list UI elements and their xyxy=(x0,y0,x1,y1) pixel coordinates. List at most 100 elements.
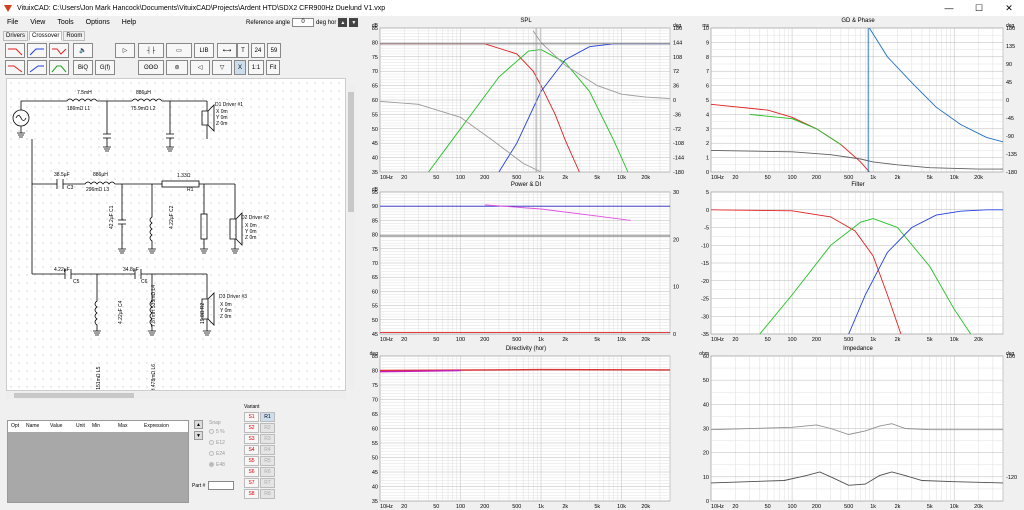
wire-icon[interactable]: ⟷ xyxy=(217,43,237,58)
y-tick-label: 9 xyxy=(706,40,709,46)
highpass-2-icon[interactable] xyxy=(27,60,47,75)
grid-24-button[interactable]: 24 xyxy=(251,43,265,58)
variant-s3-button[interactable]: S3 xyxy=(244,434,259,444)
component-label: Z 0m xyxy=(245,235,257,241)
x-tick-label: 200 xyxy=(480,337,489,343)
variant-r6-button[interactable]: R6 xyxy=(260,467,275,477)
y2-tick-label: 36 xyxy=(673,84,679,90)
library-button[interactable]: LIB xyxy=(194,43,214,58)
driver-icon[interactable]: ◁ xyxy=(190,60,210,75)
minimize-button[interactable]: — xyxy=(934,0,964,16)
x-tick-label: 2k xyxy=(562,504,568,510)
variant-r1-button[interactable]: R1 xyxy=(260,412,275,422)
transformer-icon[interactable]: ⊜ xyxy=(166,60,188,75)
y-tick-label: 7 xyxy=(706,69,709,75)
maximize-button[interactable]: ☐ xyxy=(964,0,994,16)
variant-s5-button[interactable]: S5 xyxy=(244,456,259,466)
optimizer-table[interactable]: Opt Name Value Unit Min Max Expression xyxy=(7,420,189,503)
lowpass-red-icon[interactable] xyxy=(5,43,25,58)
component-label: R1 xyxy=(187,187,194,193)
component-label: 886µH xyxy=(93,172,108,178)
bandpass-icon[interactable] xyxy=(49,43,69,58)
grid-59-button[interactable]: 59 xyxy=(267,43,281,58)
schematic-vertical-scrollbar[interactable] xyxy=(347,84,355,390)
y-axis-unit: ohm xyxy=(699,351,709,357)
ground-icon[interactable]: ▽ xyxy=(212,60,232,75)
y-tick-label: 90 xyxy=(372,204,378,210)
reference-angle-input[interactable]: 0 xyxy=(292,18,315,27)
capacitor-icon[interactable]: ┤├ xyxy=(138,43,164,58)
gf-button[interactable]: G(f) xyxy=(95,60,115,75)
y-tick-label: 50 xyxy=(703,378,709,384)
variant-r8-button[interactable]: R8 xyxy=(260,489,275,499)
x-tick-label: 200 xyxy=(812,504,821,510)
variant-label: Variant xyxy=(244,404,260,410)
menu-tools[interactable]: Tools xyxy=(57,19,73,26)
flip-down-icon[interactable]: ▼ xyxy=(349,18,359,27)
y2-tick-label: -45 xyxy=(1006,116,1014,122)
zoom-1-1-button[interactable]: 1:1 xyxy=(248,60,264,75)
snap-e48-radio[interactable]: E48 xyxy=(209,459,239,470)
lowpass-2-icon[interactable] xyxy=(5,60,25,75)
x-button[interactable]: X xyxy=(234,60,246,75)
y2-tick-label: -120 xyxy=(1006,475,1017,481)
tab-room[interactable]: Room xyxy=(63,31,86,41)
snap-5pct-radio[interactable]: 5 % xyxy=(209,426,239,437)
schematic-canvas[interactable]: 7.5mH 186mΩ L1 886µH 75.9mΩ L2 D1 Driver #1 X… xyxy=(6,78,346,391)
x-tick-label: 500 xyxy=(844,337,853,343)
x-tick-label: 10k xyxy=(950,337,959,343)
move-down-icon[interactable]: ▼ xyxy=(194,431,203,440)
variant-r5-button[interactable]: R5 xyxy=(260,456,275,466)
move-up-icon[interactable]: ▲ xyxy=(194,420,203,429)
y-tick-label: 20 xyxy=(703,451,709,457)
reference-angle-control: Reference angle 0 deg hor ▲ ▼ xyxy=(246,17,359,28)
x-tick-label: 5k xyxy=(594,337,600,343)
optimizer-table-body[interactable] xyxy=(8,432,188,502)
variant-s4-button[interactable]: S4 xyxy=(244,445,259,455)
variant-r4-button[interactable]: R4 xyxy=(260,445,275,455)
variant-s2-button[interactable]: S2 xyxy=(244,423,259,433)
variant-r2-button[interactable]: R2 xyxy=(260,423,275,433)
t-button[interactable]: T xyxy=(237,43,249,58)
component-label: 296mΩ L3 xyxy=(86,187,110,193)
x-tick-label: 200 xyxy=(812,337,821,343)
biquad-button[interactable]: BiQ xyxy=(73,60,93,75)
menu-view[interactable]: View xyxy=(30,19,45,26)
flip-up-icon[interactable]: ▲ xyxy=(338,18,348,27)
menu-options[interactable]: Options xyxy=(86,19,110,26)
inductor-icon[interactable]: ʘʘʘ xyxy=(138,60,164,75)
x-tick-label: 100 xyxy=(787,337,796,343)
horizontal-scroll-thumb[interactable] xyxy=(14,393,134,398)
part-number-input[interactable] xyxy=(208,481,235,490)
speaker-icon[interactable]: 🔈 xyxy=(73,43,93,58)
component-label: D2 Driver #2 xyxy=(241,215,270,221)
fit-button[interactable]: Fit xyxy=(266,60,280,75)
schematic-horizontal-scrollbar[interactable] xyxy=(6,392,346,399)
menu-help[interactable]: Help xyxy=(122,19,136,26)
y-tick-label: 35 xyxy=(372,499,378,505)
snap-e24-radio[interactable]: E24 xyxy=(209,448,239,459)
variant-s1-button[interactable]: S1 xyxy=(244,412,259,422)
buffer-icon[interactable]: ▷ xyxy=(115,43,135,58)
variant-r3-button[interactable]: R3 xyxy=(260,434,275,444)
x-tick-label: 1k xyxy=(538,504,544,510)
x-tick-label: 1k xyxy=(870,504,876,510)
tab-drivers[interactable]: Drivers xyxy=(3,31,28,41)
y2-tick-label: 90 xyxy=(1006,62,1012,68)
component-label: 4.22µF xyxy=(54,267,70,273)
variant-s7-button[interactable]: S7 xyxy=(244,478,259,488)
bandpass-green-icon[interactable] xyxy=(49,60,69,75)
variant-s8-button[interactable]: S8 xyxy=(244,489,259,499)
vertical-scroll-thumb[interactable] xyxy=(348,92,354,212)
snap-e12-radio[interactable]: E12 xyxy=(209,437,239,448)
variant-s6-button[interactable]: S6 xyxy=(244,467,259,477)
lowpass-blue-icon[interactable] xyxy=(27,43,47,58)
y-tick-label: 65 xyxy=(372,275,378,281)
close-button[interactable]: ✕ xyxy=(994,0,1024,16)
variant-r7-button[interactable]: R7 xyxy=(260,478,275,488)
resistor-icon[interactable]: ▭ xyxy=(166,43,192,58)
tab-crossover[interactable]: Crossover xyxy=(29,31,63,41)
y-tick-label: 40 xyxy=(372,485,378,491)
y-tick-label: 55 xyxy=(372,441,378,447)
menu-file[interactable]: File xyxy=(7,19,18,26)
